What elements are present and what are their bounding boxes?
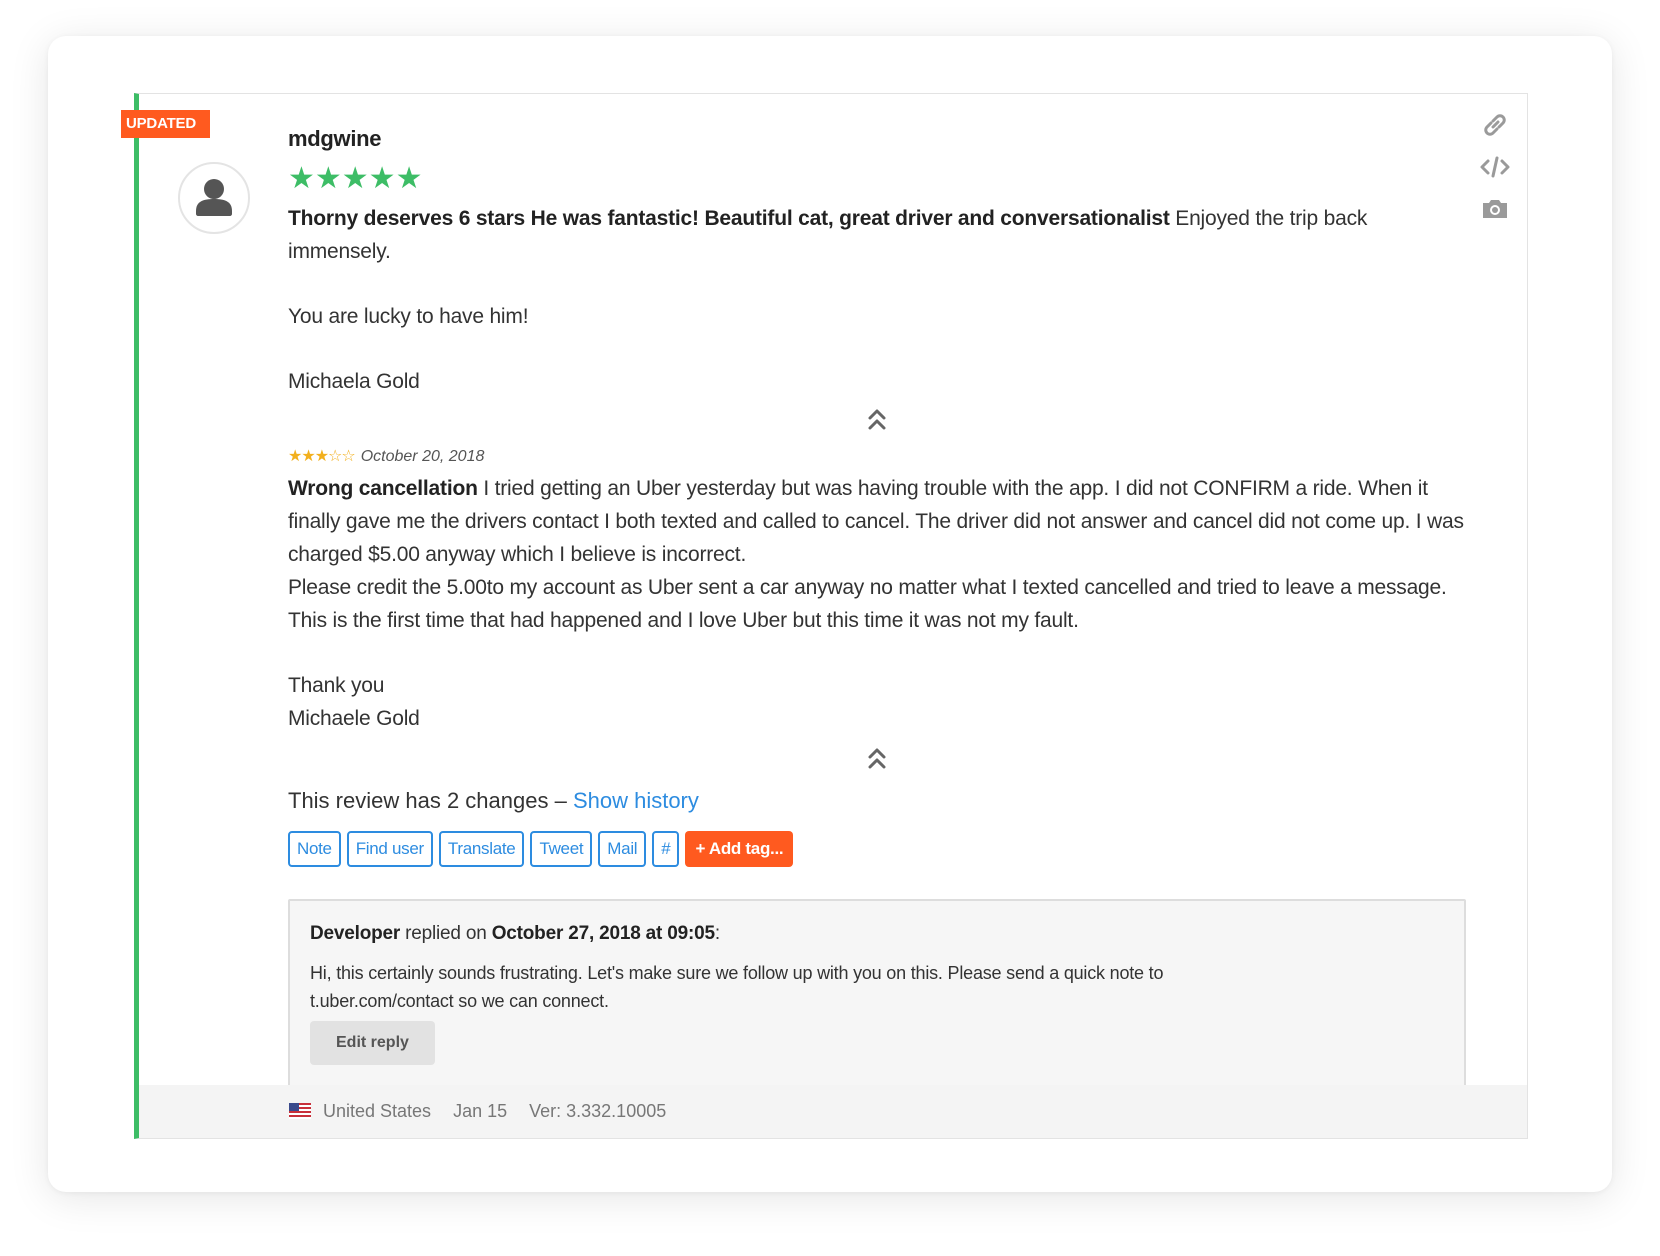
footer-version-value: 3.332.10005 (566, 1100, 667, 1121)
reply-colon: : (714, 923, 720, 944)
previous-review-thanks: Thank you (288, 674, 385, 697)
user-avatar-icon (178, 162, 250, 234)
note-button[interactable]: Note (288, 831, 341, 867)
footer-version-label: Ver: (529, 1100, 567, 1121)
history-line: This review has 2 changes – Show history (288, 781, 1470, 821)
collapse-control[interactable] (288, 406, 1470, 442)
camera-icon[interactable] (1478, 192, 1512, 226)
reply-header: Developer replied on October 27, 2018 at… (310, 923, 1444, 953)
developer-reply: Developer replied on October 27, 2018 at… (288, 899, 1466, 1091)
reply-replied-on: replied on (400, 923, 492, 944)
review-title: Thorny deserves 6 stars He was fantastic… (288, 207, 1170, 230)
find-user-button[interactable]: Find user (346, 831, 433, 867)
footer-version: Ver: 3.332.10005 (529, 1101, 666, 1122)
previous-review-paragraph: Please credit the 5.00to my account as U… (288, 576, 1447, 632)
edit-reply-button[interactable]: Edit reply (310, 1021, 435, 1065)
review-body: Thorny deserves 6 stars He was fantastic… (288, 202, 1470, 268)
review-footer-info: United States Jan 15 Ver: 3.332.10005 (289, 1095, 666, 1127)
previous-review-signature: Michaele Gold (288, 707, 420, 730)
updated-badge: UPDATED (121, 110, 210, 138)
show-history-link[interactable]: Show history (573, 788, 699, 813)
reply-author: Developer (310, 923, 401, 944)
rating-stars: ★★★★★ (288, 162, 423, 195)
add-tag-button[interactable]: + Add tag... (685, 831, 794, 867)
translate-button[interactable]: Translate (438, 831, 525, 867)
review-content: mdgwine ★★★★★ Thorny deserves 6 stars He… (288, 126, 1470, 1091)
hash-button[interactable]: # (652, 831, 680, 867)
previous-review-date: October 20, 2018 (360, 448, 485, 465)
footer-country: United States (323, 1100, 432, 1121)
embed-code-icon[interactable] (1478, 150, 1512, 184)
previous-review-meta: ★★★☆☆ October 20, 2018 (288, 442, 1470, 472)
review-signature: Michaela Gold (288, 370, 420, 393)
footer-date: Jan 15 (453, 1100, 508, 1121)
us-flag-icon (289, 1103, 311, 1119)
review-line: You are lucky to have him! (288, 305, 529, 328)
collapse-control-2[interactable] (288, 745, 1470, 781)
collapse-chevron-icon[interactable] (866, 745, 888, 773)
action-buttons: Note Find user Translate Tweet Mail # + … (288, 831, 1470, 869)
reply-date: October 27, 2018 at 09:05 (491, 923, 715, 944)
link-icon[interactable] (1478, 108, 1512, 142)
collapse-chevron-icon[interactable] (866, 406, 888, 434)
review-tools (1478, 108, 1512, 234)
previous-rating-stars: ★★★☆☆ (288, 448, 356, 465)
reply-text: Hi, this certainly sounds frustrating. L… (310, 963, 1164, 1011)
previous-review-title: Wrong cancellation (288, 477, 478, 500)
mail-button[interactable]: Mail (598, 831, 647, 867)
review-author[interactable]: mdgwine (288, 126, 1470, 156)
tweet-button[interactable]: Tweet (530, 831, 593, 867)
history-text: This review has 2 changes – (288, 788, 573, 813)
previous-review-body: Wrong cancellation I tried getting an Ub… (288, 472, 1470, 571)
